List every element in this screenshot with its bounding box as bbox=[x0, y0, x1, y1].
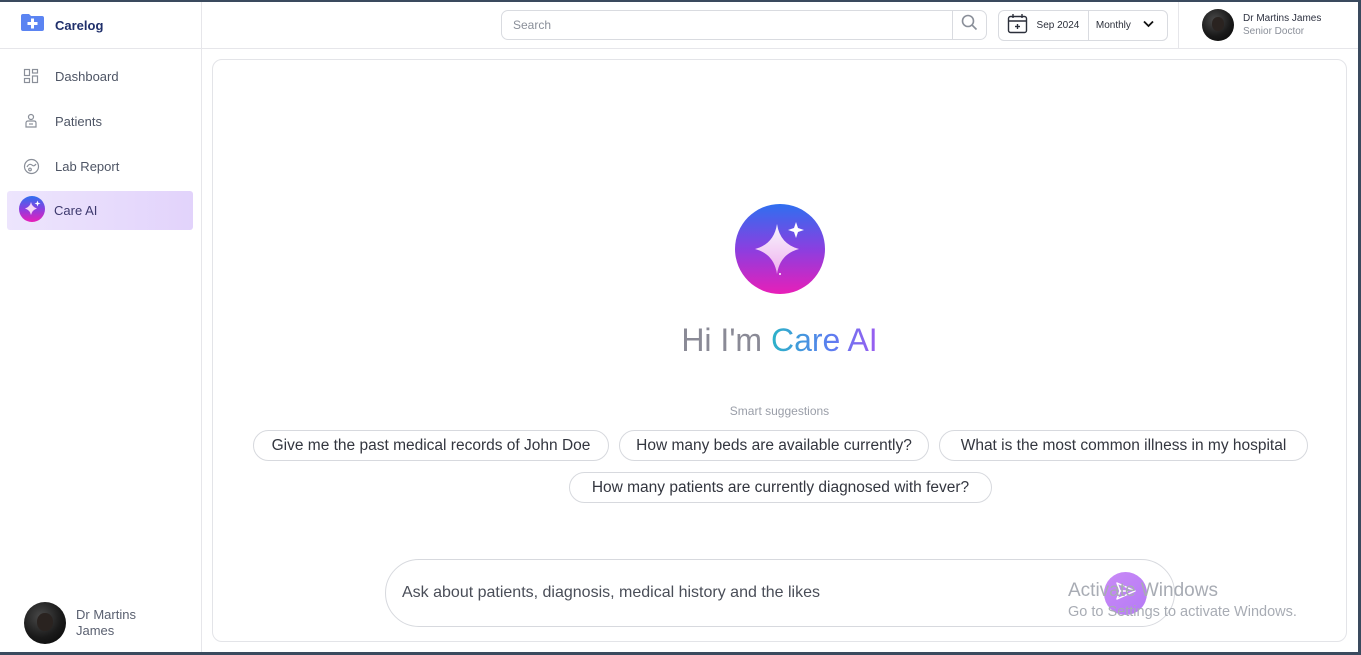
greeting-prefix: Hi I'm bbox=[681, 322, 771, 358]
lab-report-icon bbox=[23, 158, 41, 176]
topbar: Sep 2024 Monthly Dr Martins James Senior… bbox=[202, 2, 1358, 49]
date-picker-button[interactable] bbox=[999, 13, 1037, 39]
watermark-subtitle: Go to Settings to activate Windows. bbox=[1068, 604, 1297, 620]
user-role: Senior Doctor bbox=[1243, 26, 1305, 37]
sidebar-item-lab-report[interactable]: Lab Report bbox=[7, 147, 193, 186]
chat-input[interactable] bbox=[386, 573, 1174, 613]
dashboard-icon bbox=[23, 68, 41, 86]
date-label: Sep 2024 bbox=[1036, 20, 1080, 31]
watermark-title: Activate Windows bbox=[1068, 580, 1218, 601]
app-window: Carelog Dashboard Patients Lab Report Ca… bbox=[0, 2, 1358, 652]
sidebar-item-label: Care AI bbox=[54, 203, 98, 218]
greeting-name: Care AI bbox=[770, 322, 878, 358]
search-icon bbox=[961, 14, 978, 36]
period-value: Monthly bbox=[1095, 20, 1131, 31]
chevron-down-icon bbox=[1143, 20, 1154, 31]
sidebar-item-label: Dashboard bbox=[55, 69, 119, 84]
search-button[interactable] bbox=[952, 11, 986, 39]
date-filter: Sep 2024 Monthly bbox=[998, 10, 1168, 41]
period-select[interactable]: Monthly bbox=[1087, 11, 1167, 40]
suggestion-chip[interactable]: Give me the past medical records of John… bbox=[253, 430, 609, 461]
calendar-icon bbox=[1007, 13, 1028, 39]
avatar bbox=[1202, 9, 1234, 41]
search-input[interactable] bbox=[502, 11, 952, 39]
sidebar-item-dashboard[interactable]: Dashboard bbox=[7, 57, 193, 96]
search-bar bbox=[501, 10, 987, 40]
sidebar-item-care-ai[interactable]: Care AI bbox=[7, 191, 193, 230]
sidebar: Carelog Dashboard Patients Lab Report Ca… bbox=[0, 2, 202, 652]
care-ai-icon bbox=[19, 196, 45, 225]
user-profile[interactable]: Dr Martins James Senior Doctor bbox=[1202, 9, 1321, 41]
chat-composer bbox=[385, 559, 1175, 627]
user-info: Dr Martins James Senior Doctor bbox=[1243, 12, 1321, 38]
brand[interactable]: Carelog bbox=[0, 2, 202, 49]
divider bbox=[1178, 2, 1179, 49]
patients-icon bbox=[23, 113, 41, 131]
suggestion-chip[interactable]: How many patients are currently diagnose… bbox=[569, 472, 992, 503]
suggestions-label: Smart suggestions bbox=[729, 404, 830, 418]
avatar bbox=[24, 602, 66, 644]
sparkle-icon bbox=[735, 222, 825, 298]
greeting: Hi I'm Care AI bbox=[213, 322, 1346, 359]
sidebar-item-label: Lab Report bbox=[55, 159, 120, 174]
sidebar-user[interactable]: Dr Martins James bbox=[24, 602, 156, 644]
sidebar-item-patients[interactable]: Patients bbox=[7, 102, 193, 141]
sidebar-item-label: Patients bbox=[55, 114, 102, 129]
windows-activation-watermark: Activate Windows Go to Settings to activ… bbox=[1068, 580, 1297, 622]
sidebar-user-name: Dr Martins James bbox=[76, 607, 136, 638]
brand-name: Carelog bbox=[55, 17, 104, 33]
user-name: Dr Martins James bbox=[1243, 13, 1322, 24]
suggestion-chip[interactable]: How many beds are available currently? bbox=[619, 430, 929, 461]
care-ai-panel: Hi I'm Care AI Smart suggestions Give me… bbox=[212, 59, 1347, 642]
carelog-logo-icon bbox=[20, 13, 45, 37]
suggestion-chip[interactable]: What is the most common illness in my ho… bbox=[939, 430, 1308, 461]
care-ai-logo bbox=[735, 204, 825, 294]
